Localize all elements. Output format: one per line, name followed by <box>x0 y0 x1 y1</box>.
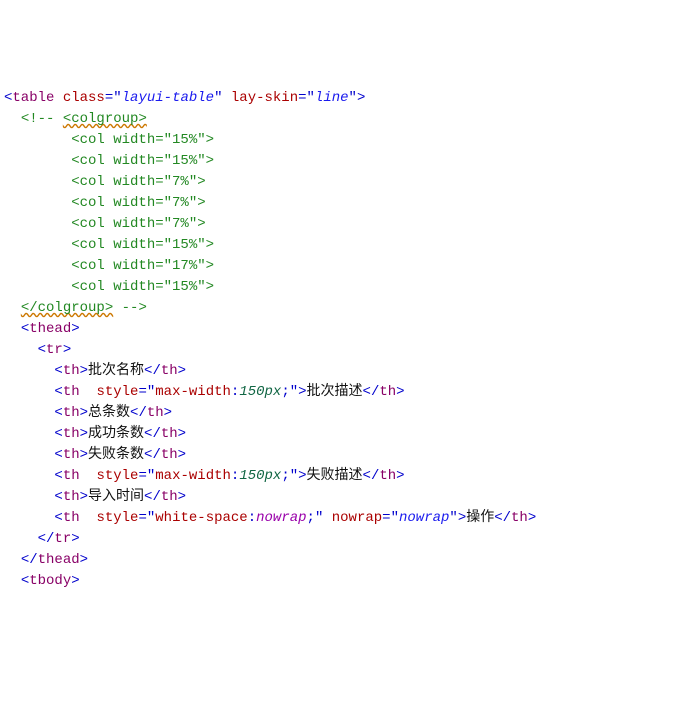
comment-line: <col width="15%"> <box>71 153 214 169</box>
tag-name: tr <box>54 531 71 547</box>
tag-name: thead <box>38 552 80 568</box>
comment-close: --> <box>113 300 147 316</box>
th-text: 批次描述 <box>307 384 363 400</box>
th-text: 失败条数 <box>88 447 144 463</box>
th-text: 导入时间 <box>88 489 144 505</box>
comment-line: <col width="15%"> <box>71 279 214 295</box>
th-text: 失败描述 <box>307 468 363 484</box>
comment-line: <col width="17%"> <box>71 258 214 274</box>
comment-line: <col width="15%"> <box>71 237 214 253</box>
attr-name: lay-skin <box>231 90 298 106</box>
attr-value: line <box>315 90 349 106</box>
comment-open: <!-- <box>21 111 63 127</box>
tag-name: tbody <box>29 573 71 589</box>
code-snippet: <table class="layui-table" lay-skin="lin… <box>4 88 691 592</box>
tag-name: thead <box>29 321 71 337</box>
attr-name: class <box>63 90 105 106</box>
attr-value: layui-table <box>122 90 214 106</box>
th-text: 总条数 <box>88 405 130 421</box>
th-text: 成功条数 <box>88 426 144 442</box>
comment-wavy: </colgroup> <box>21 300 113 316</box>
tag-name: table <box>12 90 54 106</box>
th-text: 批次名称 <box>88 363 144 379</box>
comment-line: <col width="15%"> <box>71 132 214 148</box>
comment-line: <col width="7%"> <box>71 174 205 190</box>
th-text: 操作 <box>466 510 494 526</box>
comment-wavy: <colgroup> <box>63 111 147 127</box>
tag-name: tr <box>46 342 63 358</box>
comment-line: <col width="7%"> <box>71 216 205 232</box>
comment-line: <col width="7%"> <box>71 195 205 211</box>
